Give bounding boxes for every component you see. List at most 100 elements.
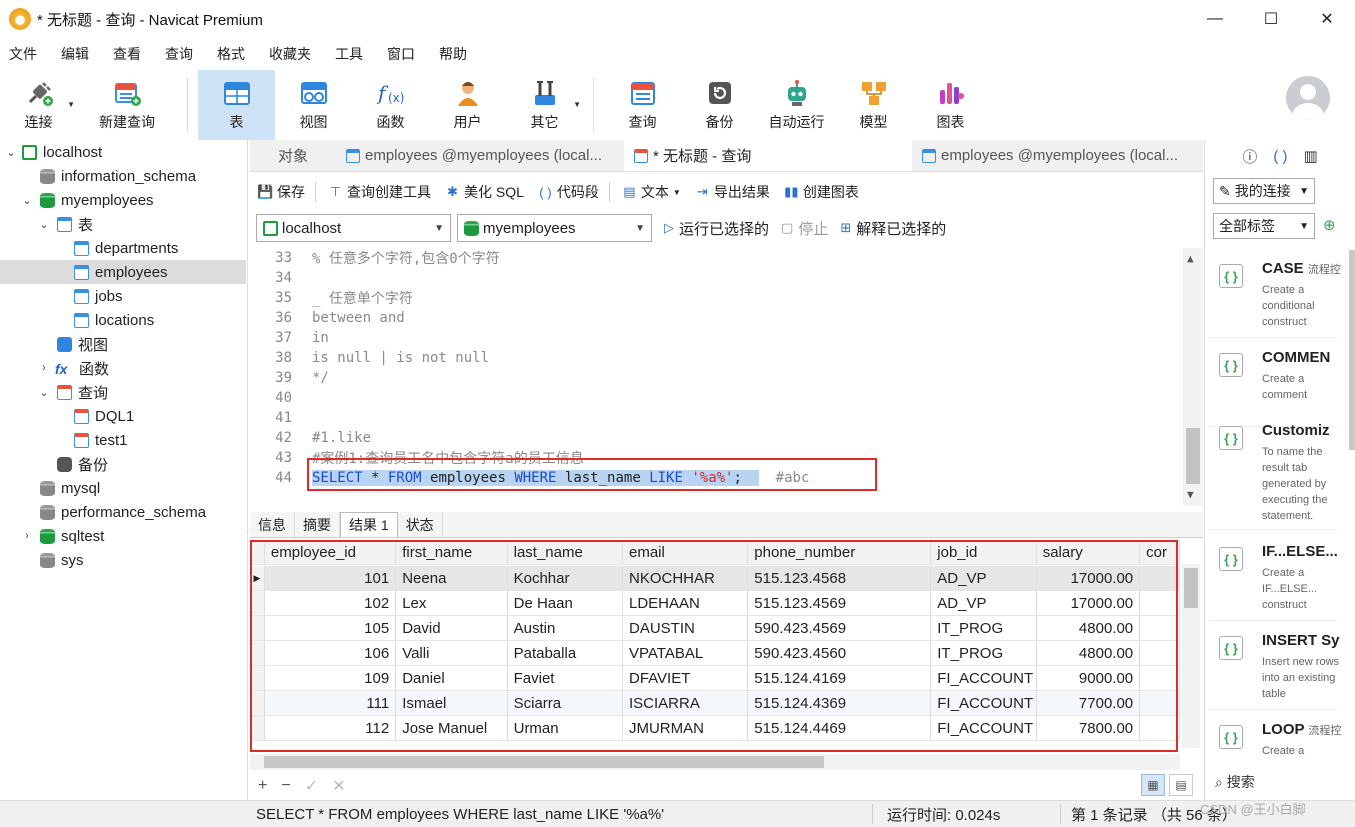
toolbar-other-button[interactable]: 其它 ▼ [506, 70, 583, 140]
table-cell[interactable]: 590.423.4560 [748, 641, 932, 666]
table-row[interactable]: 112 Jose Manuel Urman JMURMAN 515.124.4469 FI… [250, 716, 1180, 741]
toolbar-chart-button[interactable]: 图表 [912, 70, 989, 140]
table-cell[interactable]: Kochhar [507, 566, 623, 591]
scrollbar-thumb[interactable] [1186, 428, 1200, 484]
table-cell[interactable]: 515.123.4569 [748, 591, 932, 616]
table-cell[interactable]: FI_ACCOUNT [931, 691, 1037, 716]
beautify-sql-button[interactable]: ✱ 美化 SQL [445, 182, 524, 202]
tree-functions-folder[interactable]: › fx 函数 [0, 356, 246, 380]
sql-editor[interactable]: 33 % 任意多个字符,包含0个字符 34 35 _ 任意单个字符 36 betwee… [250, 248, 1203, 506]
tree-table-jobs[interactable]: jobs [0, 284, 246, 308]
toolbar-table-button[interactable]: 表 [198, 70, 275, 140]
user-avatar[interactable] [1286, 76, 1330, 120]
delete-record-button[interactable]: − [281, 777, 290, 795]
toolbar-model-button[interactable]: 模型 [835, 70, 912, 140]
create-chart-button[interactable]: ▮▮ 创建图表 [784, 182, 859, 202]
table-cell[interactable]: 17000.00 [1036, 566, 1141, 591]
menu-help[interactable]: 帮助 [430, 44, 482, 64]
table-cell[interactable]: Urman [507, 716, 623, 741]
menu-view[interactable]: 查看 [104, 44, 156, 64]
tree-table-employees[interactable]: employees [0, 260, 246, 284]
table-cell[interactable]: 515.124.4469 [748, 716, 932, 741]
query-builder-button[interactable]: ⊤ 查询创建工具 [328, 182, 431, 202]
tree-queries-folder[interactable]: ⌄ 查询 [0, 380, 246, 404]
table-cell[interactable]: 4800.00 [1036, 641, 1141, 666]
toolbar-user-button[interactable]: 用户 [429, 70, 506, 140]
save-button[interactable]: 💾 保存 [257, 182, 305, 202]
table-cell[interactable]: 515.124.4169 [748, 666, 932, 691]
snippet-search[interactable]: ⌕ 搜索 [1215, 772, 1255, 792]
table-row[interactable]: ▶ 101 Neena Kochhar NKOCHHAR 515.123.4568 AD_V… [250, 566, 1180, 591]
table-cell[interactable]: 112 [264, 716, 397, 741]
snippet-item[interactable]: { } LOOP 流程控 Create a [1209, 713, 1341, 763]
table-cell[interactable]: David [396, 616, 508, 641]
database-select[interactable]: myemployees ▼ [457, 214, 652, 242]
run-selected-button[interactable]: ▷ 运行已选择的 [664, 218, 769, 239]
maximize-button[interactable]: ☐ [1243, 0, 1299, 38]
table-cell[interactable]: 4800.00 [1036, 616, 1141, 641]
table-cell[interactable] [1140, 641, 1180, 666]
text-mode-button[interactable]: ▤ 文本 ▼ [622, 182, 681, 202]
table-cell[interactable] [1140, 591, 1180, 616]
chevron-right-icon[interactable]: › [20, 530, 34, 542]
table-cell[interactable]: Jose Manuel [396, 716, 508, 741]
info-icon[interactable]: ⓘ [1242, 146, 1257, 167]
table-cell[interactable]: Pataballa [507, 641, 623, 666]
add-snippet-icon[interactable]: ⊕ [1323, 216, 1336, 234]
table-cell[interactable]: Neena [396, 566, 508, 591]
explain-selected-button[interactable]: ⊞ 解释已选择的 [840, 218, 946, 239]
table-cell[interactable]: LDEHAAN [622, 591, 749, 616]
menu-edit[interactable]: 编辑 [52, 44, 104, 64]
table-cell[interactable]: 515.123.4568 [748, 566, 932, 591]
chevron-down-icon[interactable]: ⌄ [37, 218, 51, 231]
tree-tables-folder[interactable]: ⌄ 表 [0, 212, 246, 236]
row-header[interactable] [250, 591, 265, 616]
toolbar-query-button[interactable]: 查询 [604, 70, 681, 140]
table-cell[interactable] [1140, 666, 1180, 691]
toolbar-view-button[interactable]: 视图 [275, 70, 352, 140]
table-cell[interactable]: Sciarra [507, 691, 623, 716]
table-cell[interactable]: FI_ACCOUNT [931, 716, 1037, 741]
chevron-down-icon[interactable]: ▼ [573, 100, 581, 109]
table-cell[interactable]: DFAVIET [622, 666, 749, 691]
tab-info[interactable]: 信息 [250, 512, 295, 537]
menu-tools[interactable]: 工具 [326, 44, 378, 64]
table-cell[interactable]: VPATABAL [622, 641, 749, 666]
snippet-item[interactable]: { } IF...ELSE... Create a IF...ELSE... c… [1209, 535, 1338, 621]
table-cell[interactable]: 7700.00 [1036, 691, 1141, 716]
table-cell[interactable] [1140, 691, 1180, 716]
table-cell[interactable]: Valli [396, 641, 508, 666]
chevron-up-icon[interactable]: ▲ [1187, 252, 1194, 265]
table-cell[interactable] [1140, 566, 1180, 591]
toolbar-backup-button[interactable]: 备份 [681, 70, 758, 140]
tab-status[interactable]: 状态 [398, 512, 443, 537]
table-cell[interactable] [1140, 716, 1180, 741]
code-snippet-button[interactable]: ( ) 代码段 [538, 182, 599, 202]
table-cell[interactable]: 9000.00 [1036, 666, 1141, 691]
table-cell[interactable]: De Haan [507, 591, 623, 616]
table-cell[interactable]: DAUSTIN [622, 616, 749, 641]
grid-view-icon[interactable]: ▦ [1141, 774, 1165, 796]
menu-format[interactable]: 格式 [208, 44, 260, 64]
tab-objects[interactable]: 对象 [250, 140, 336, 171]
apply-changes-button[interactable]: ✓ [305, 776, 318, 796]
tab-summary[interactable]: 摘要 [295, 512, 340, 537]
discard-changes-button[interactable]: ✕ [332, 776, 345, 796]
chevron-down-icon[interactable]: ▼ [1187, 488, 1194, 501]
table-row[interactable]: 109 Daniel Faviet DFAVIET 515.124.4169 FI_ACC… [250, 666, 1180, 691]
tree-table-departments[interactable]: departments [0, 236, 246, 260]
table-row[interactable]: 102 Lex De Haan LDEHAAN 515.123.4569 AD_VP 170… [250, 591, 1180, 616]
table-cell[interactable]: 515.124.4369 [748, 691, 932, 716]
column-header[interactable]: email [622, 540, 749, 565]
editor-vertical-scrollbar[interactable]: ▲ ▼ [1183, 248, 1203, 506]
result-grid[interactable]: employee_id first_name last_name email phone… [250, 540, 1180, 752]
tree-query-dql1[interactable]: DQL1 [0, 404, 246, 428]
table-cell[interactable]: JMURMAN [622, 716, 749, 741]
layout-icon[interactable]: ▥ [1304, 147, 1318, 165]
chevron-down-icon[interactable]: ⌄ [4, 146, 18, 159]
row-header[interactable] [250, 666, 265, 691]
tree-db-information-schema[interactable]: information_schema [0, 164, 246, 188]
table-cell[interactable]: AD_VP [931, 591, 1037, 616]
tab-result-1[interactable]: 结果 1 [340, 512, 398, 537]
add-record-button[interactable]: + [258, 777, 267, 795]
